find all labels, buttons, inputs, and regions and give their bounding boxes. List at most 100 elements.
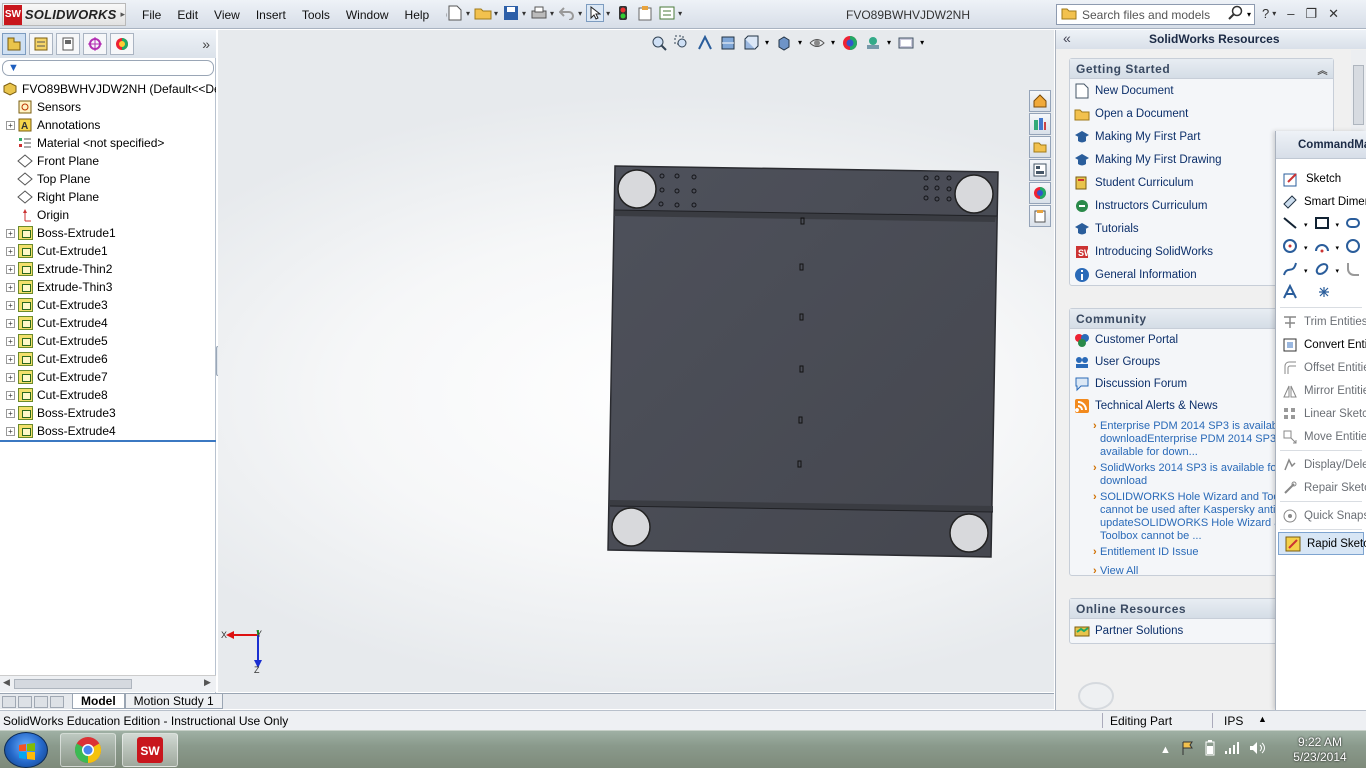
tree-item-front-plane[interactable]: Front Plane (0, 152, 216, 170)
command-convert-entities[interactable]: Convert Entities (1276, 333, 1366, 356)
graphics-area[interactable]: X Y Z (218, 30, 1054, 692)
tree-item-cut-extrude4[interactable]: + Cut-Extrude4 (0, 314, 216, 332)
tree-item-boss-extrude1[interactable]: + Boss-Extrude1 (0, 224, 216, 242)
tree-item-right-plane[interactable]: Right Plane (0, 188, 216, 206)
help-button[interactable]: ? (1262, 6, 1269, 22)
options-icon[interactable] (658, 4, 676, 22)
rollback-bar[interactable] (0, 440, 216, 442)
view-orientation-icon[interactable] (742, 34, 759, 51)
search-icon[interactable] (1228, 5, 1244, 24)
getting-started-new-document[interactable]: New Document (1070, 79, 1333, 102)
previous-view-icon[interactable] (696, 34, 713, 51)
solidworks-resources-tab-icon[interactable] (1029, 90, 1051, 112)
new-dropdown-icon[interactable]: ▾ (466, 9, 470, 18)
rebuild-icon[interactable] (614, 4, 632, 22)
command-linear-sketch-pattern[interactable]: Linear Sketch Pattern (1276, 402, 1366, 425)
line-dropdown-icon[interactable]: ▾ (1304, 221, 1308, 229)
display-style-icon[interactable] (775, 34, 792, 51)
save-icon[interactable] (502, 4, 520, 22)
hide-show-items-icon[interactable] (808, 34, 825, 51)
smart-dimension-command[interactable]: Smart Dimension (1276, 190, 1366, 213)
command-offset-entities[interactable]: Offset Entities (1276, 356, 1366, 379)
print-icon[interactable] (530, 4, 548, 22)
start-button[interactable] (4, 732, 48, 768)
options-dropdown-icon[interactable]: ▾ (678, 9, 682, 18)
dimxpert-tab-icon[interactable] (83, 33, 107, 55)
zoom-to-area-icon[interactable] (673, 34, 690, 51)
scroll-left-icon[interactable]: ◀ (3, 677, 10, 688)
collapse-chevron-icon[interactable]: ︽ (1318, 62, 1329, 77)
menu-view[interactable]: View (206, 6, 248, 24)
feature-tree-tab-icon[interactable] (2, 33, 26, 55)
tree-item-boss-extrude4[interactable]: + Boss-Extrude4 (0, 422, 216, 440)
menu-insert[interactable]: Insert (248, 6, 294, 24)
appearances-tab-icon[interactable] (1029, 182, 1051, 204)
zoom-to-fit-icon[interactable] (650, 34, 667, 51)
view-palette-tab-icon[interactable] (1029, 159, 1051, 181)
expand-icon[interactable]: + (6, 408, 15, 418)
volume-icon[interactable] (1249, 741, 1265, 758)
scroll-right-icon[interactable]: ▶ (204, 677, 211, 688)
command-rapid-sketch[interactable]: Rapid Sketch (1278, 532, 1366, 555)
tree-item-material-not-specified[interactable]: Material <not specified> (0, 134, 216, 152)
circle-icon[interactable] (1282, 238, 1298, 257)
command-trim-entities[interactable]: Trim Entities (1276, 310, 1366, 333)
view-settings-dropdown-icon[interactable]: ▾ (920, 38, 924, 47)
model-tab[interactable]: Model (72, 694, 125, 709)
part-model[interactable] (607, 165, 999, 558)
tree-item-sensors[interactable]: Sensors (0, 98, 216, 116)
command-repair-sketch[interactable]: Repair Sketch (1276, 476, 1366, 499)
menu-file[interactable]: File (134, 6, 169, 24)
expand-icon[interactable]: + (6, 228, 15, 238)
configuration-manager-tab-icon[interactable] (56, 33, 80, 55)
network-icon[interactable] (1224, 741, 1240, 758)
chrome-taskbar-button[interactable] (60, 733, 116, 767)
tree-item-annotations[interactable]: + A Annotations (0, 116, 216, 134)
menu-help[interactable]: Help (397, 6, 438, 24)
apply-scene-dropdown-icon[interactable]: ▾ (887, 38, 891, 47)
apply-scene-icon[interactable] (864, 34, 881, 51)
model-viewport[interactable]: X Y Z (218, 30, 1054, 692)
command-mirror-entities[interactable]: Mirror Entities (1276, 379, 1366, 402)
tree-item-extrude-thin2[interactable]: + Extrude-Thin2 (0, 260, 216, 278)
expand-tabs-icon[interactable]: » (202, 36, 210, 52)
units-selector[interactable]: IPS (1224, 714, 1243, 728)
hide-show-dropdown-icon[interactable]: ▾ (831, 38, 835, 47)
open-dropdown-icon[interactable]: ▾ (494, 9, 498, 18)
system-clock[interactable]: 9:22 AM 5/23/2014 (1290, 735, 1350, 765)
ellipse-dropdown-icon[interactable]: ▾ (1336, 267, 1340, 275)
undo-icon[interactable] (558, 4, 576, 22)
line-icon[interactable] (1282, 215, 1298, 234)
undo-dropdown-icon[interactable]: ▾ (578, 9, 582, 18)
first-tab-icon[interactable] (2, 695, 16, 708)
news-item[interactable]: SolidWorks 2014 SP3 is available for dow… (1070, 462, 1310, 488)
news-item[interactable]: Enterprise PDM 2014 SP3 is available for… (1070, 420, 1310, 459)
minimize-icon[interactable]: – (1287, 6, 1294, 22)
display-manager-tab-icon[interactable] (110, 33, 134, 55)
expand-icon[interactable]: + (6, 372, 15, 382)
last-tab-icon[interactable] (50, 695, 64, 708)
display-style-dropdown-icon[interactable]: ▾ (798, 38, 802, 47)
getting-started-header[interactable]: Getting Started ︽ (1070, 59, 1333, 79)
tree-item-cut-extrude7[interactable]: + Cut-Extrude7 (0, 368, 216, 386)
view-all-link[interactable]: View All (1070, 565, 1310, 578)
fillet-icon[interactable] (1345, 261, 1361, 280)
search-input[interactable]: Search files and models (1082, 8, 1228, 22)
select-arrow-icon[interactable] (586, 4, 605, 22)
menu-tools[interactable]: Tools (294, 6, 338, 24)
arc-dropdown-icon[interactable]: ▾ (1336, 244, 1340, 252)
expand-icon[interactable]: + (6, 120, 15, 130)
tree-item-cut-extrude5[interactable]: + Cut-Extrude5 (0, 332, 216, 350)
help-dropdown-icon[interactable]: ▾ (1272, 9, 1276, 22)
expand-icon[interactable]: + (6, 264, 15, 274)
rectangle-dropdown-icon[interactable]: ▾ (1336, 221, 1340, 229)
collapse-task-pane-icon[interactable]: « (1063, 30, 1071, 46)
select-dropdown-icon[interactable]: ▾ (606, 9, 610, 18)
sketch-command[interactable]: Sketch (1276, 167, 1366, 190)
tree-item-boss-extrude3[interactable]: + Boss-Extrude3 (0, 404, 216, 422)
tree-item-cut-extrude3[interactable]: + Cut-Extrude3 (0, 296, 216, 314)
command-display-delete-relations[interactable]: Display/Delete Relations (1276, 453, 1366, 476)
arc-icon[interactable] (1314, 238, 1330, 257)
spline-dropdown-icon[interactable]: ▾ (1304, 267, 1308, 275)
tree-item-cut-extrude8[interactable]: + Cut-Extrude8 (0, 386, 216, 404)
